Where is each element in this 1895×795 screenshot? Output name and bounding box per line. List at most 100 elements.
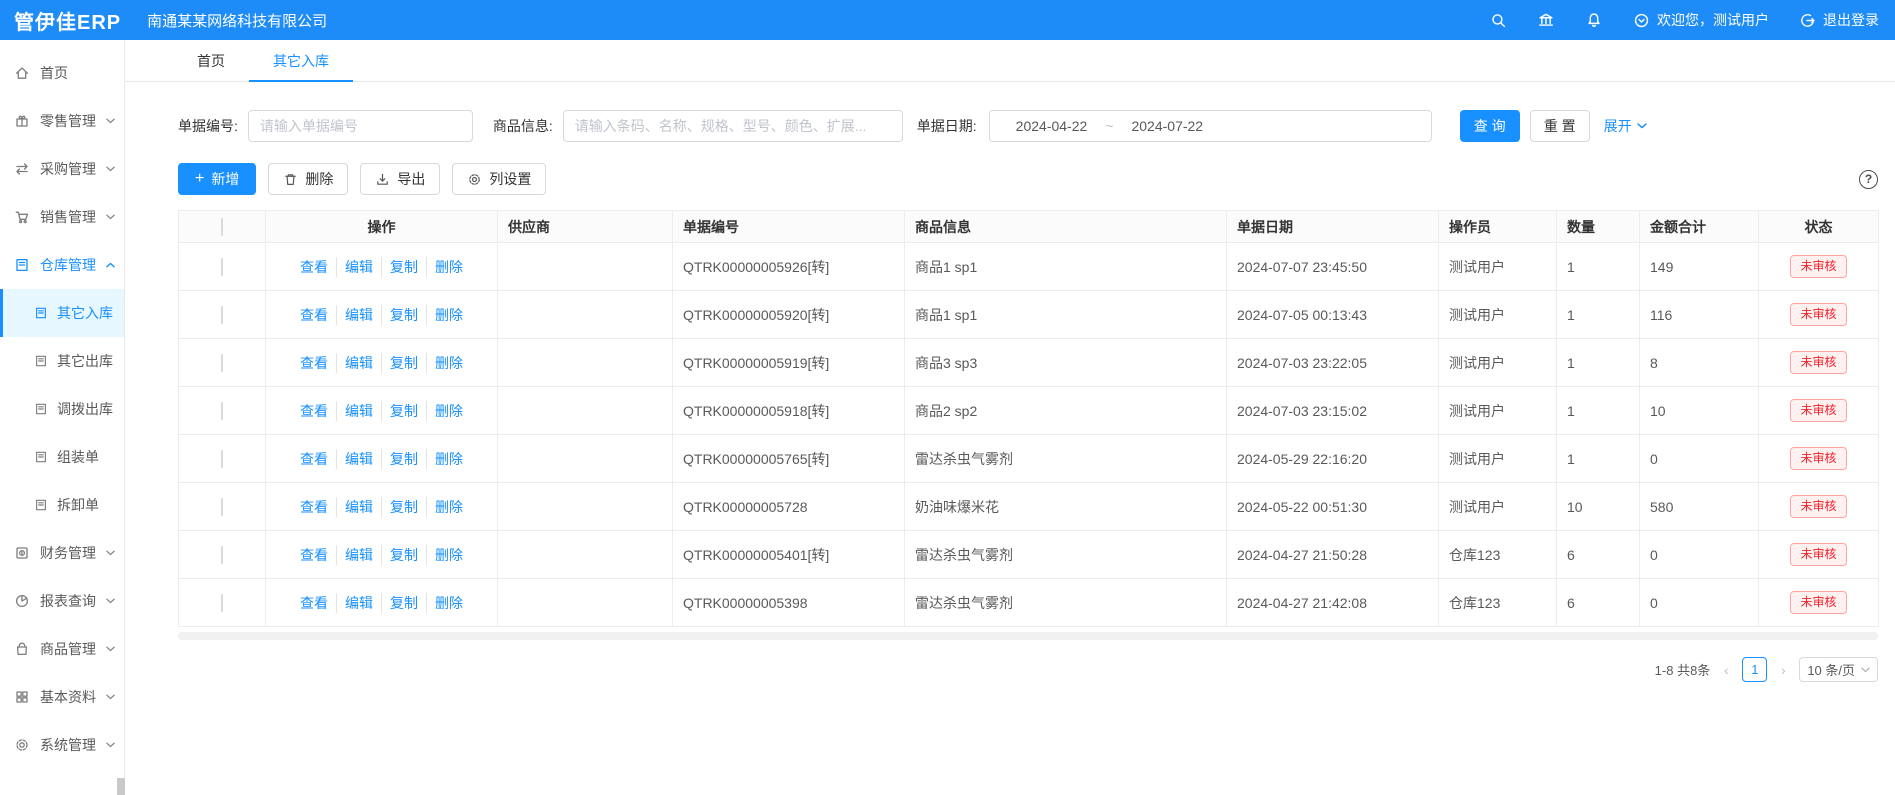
edit-link[interactable]: 编辑 (336, 305, 381, 325)
sidebar-label: 商品管理 (40, 639, 96, 659)
bag-icon (14, 641, 30, 657)
table-row: 查看编辑复制删除 QTRK00000005920[转] 商品1 sp1 2024… (179, 291, 1879, 339)
edit-link[interactable]: 编辑 (336, 545, 381, 565)
delete-link[interactable]: 删除 (426, 449, 471, 469)
row-checkbox[interactable] (221, 498, 223, 516)
sidebar-item-finance[interactable]: 财务管理 (0, 529, 124, 577)
reset-button[interactable]: 重 置 (1530, 110, 1590, 142)
edit-link[interactable]: 编辑 (336, 353, 381, 373)
table-header-row: 操作 供应商 单据编号 商品信息 单据日期 操作员 数量 金额合计 状态 (179, 211, 1879, 243)
tab-other-inbound[interactable]: 其它入库 (249, 40, 353, 81)
next-page-button[interactable]: › (1776, 662, 1790, 678)
delete-link[interactable]: 删除 (426, 593, 471, 613)
delete-link[interactable]: 删除 (426, 305, 471, 325)
bank-icon[interactable] (1537, 11, 1555, 29)
sidebar-item-basic-data[interactable]: 基本资料 (0, 673, 124, 721)
row-checkbox[interactable] (221, 354, 223, 372)
date-start[interactable]: 2024-04-22 (1016, 118, 1088, 134)
sidebar-item-sales[interactable]: 销售管理 (0, 193, 124, 241)
copy-link[interactable]: 复制 (381, 257, 426, 277)
view-link[interactable]: 查看 (292, 593, 336, 613)
page-number[interactable]: 1 (1742, 657, 1767, 682)
delete-link[interactable]: 删除 (426, 401, 471, 421)
sidebar-scrollbar-thumb[interactable] (117, 778, 125, 795)
col-actions: 操作 (266, 211, 498, 243)
cell-operator: 测试用户 (1439, 435, 1557, 483)
column-settings-button[interactable]: 列设置 (452, 163, 546, 195)
chevron-down-icon (1637, 123, 1647, 129)
search-icon[interactable] (1490, 12, 1507, 29)
row-checkbox[interactable] (221, 402, 223, 420)
page-size-select[interactable]: 10 条/页 (1799, 657, 1878, 682)
logout-button[interactable]: 退出登录 (1799, 10, 1879, 30)
copy-link[interactable]: 复制 (381, 449, 426, 469)
doc-icon (34, 354, 48, 368)
view-link[interactable]: 查看 (292, 449, 336, 469)
add-button[interactable]: + 新增 (178, 163, 256, 195)
prev-page-button[interactable]: ‹ (1719, 662, 1733, 678)
export-button[interactable]: 导出 (360, 163, 440, 195)
retail-icon (14, 113, 30, 129)
copy-link[interactable]: 复制 (381, 353, 426, 373)
delete-button[interactable]: 删除 (268, 163, 348, 195)
row-checkbox[interactable] (221, 594, 223, 612)
view-link[interactable]: 查看 (292, 401, 336, 421)
logout-text: 退出登录 (1823, 10, 1879, 30)
sidebar-item-home[interactable]: 首页 (0, 49, 124, 97)
copy-link[interactable]: 复制 (381, 497, 426, 517)
sidebar-item-transfer-outbound[interactable]: 调拨出库 (0, 385, 124, 433)
sidebar-item-warehouse[interactable]: 仓库管理 (0, 241, 124, 289)
copy-link[interactable]: 复制 (381, 401, 426, 421)
view-link[interactable]: 查看 (292, 353, 336, 373)
sidebar: 首页 零售管理 采购管理 销售管理 仓库管理 (0, 40, 125, 795)
sidebar-item-assembly[interactable]: 组装单 (0, 433, 124, 481)
sidebar-item-retail[interactable]: 零售管理 (0, 97, 124, 145)
delete-link[interactable]: 删除 (426, 497, 471, 517)
sidebar-item-goods[interactable]: 商品管理 (0, 625, 124, 673)
welcome-user[interactable]: 欢迎您，测试用户 (1633, 10, 1769, 30)
delete-link[interactable]: 删除 (426, 257, 471, 277)
edit-link[interactable]: 编辑 (336, 593, 381, 613)
help-icon[interactable]: ? (1859, 170, 1878, 189)
view-link[interactable]: 查看 (292, 497, 336, 517)
delete-link[interactable]: 删除 (426, 353, 471, 373)
view-link[interactable]: 查看 (292, 257, 336, 277)
sidebar-item-other-inbound[interactable]: 其它入库 (0, 289, 124, 337)
date-range-picker[interactable]: 2024-04-22 ~ 2024-07-22 (989, 110, 1432, 142)
sidebar-item-reports[interactable]: 报表查询 (0, 577, 124, 625)
edit-link[interactable]: 编辑 (336, 449, 381, 469)
cell-order-no: QTRK00000005728 (673, 483, 905, 531)
row-checkbox[interactable] (221, 306, 223, 324)
sidebar-item-disassembly[interactable]: 拆卸单 (0, 481, 124, 529)
download-icon (375, 172, 390, 187)
edit-link[interactable]: 编辑 (336, 497, 381, 517)
row-checkbox[interactable] (221, 258, 223, 276)
toolbar: + 新增 删除 导出 列设置 ? (178, 163, 1878, 195)
delete-link[interactable]: 删除 (426, 545, 471, 565)
view-link[interactable]: 查看 (292, 545, 336, 565)
pagination-total: 1-8 共8条 (1655, 660, 1711, 679)
edit-link[interactable]: 编辑 (336, 257, 381, 277)
row-checkbox[interactable] (221, 450, 223, 468)
search-button[interactable]: 查 询 (1460, 110, 1520, 142)
copy-link[interactable]: 复制 (381, 305, 426, 325)
copy-link[interactable]: 复制 (381, 545, 426, 565)
tab-home[interactable]: 首页 (173, 40, 249, 81)
order-no-input[interactable] (248, 110, 473, 142)
edit-link[interactable]: 编辑 (336, 401, 381, 421)
doc-icon (34, 306, 48, 320)
copy-link[interactable]: 复制 (381, 593, 426, 613)
sidebar-item-other-outbound[interactable]: 其它出库 (0, 337, 124, 385)
bell-icon[interactable] (1585, 11, 1603, 29)
sidebar-item-system[interactable]: 系统管理 (0, 721, 124, 769)
expand-link[interactable]: 展开 (1604, 116, 1647, 136)
home-icon (14, 65, 30, 81)
select-all-checkbox[interactable] (221, 218, 223, 236)
sidebar-item-purchase[interactable]: 采购管理 (0, 145, 124, 193)
date-end[interactable]: 2024-07-22 (1131, 118, 1203, 134)
horizontal-scrollbar[interactable] (178, 632, 1878, 640)
product-info-input[interactable] (563, 110, 903, 142)
view-link[interactable]: 查看 (292, 305, 336, 325)
cell-product: 商品3 sp3 (905, 339, 1227, 387)
row-checkbox[interactable] (221, 546, 223, 564)
